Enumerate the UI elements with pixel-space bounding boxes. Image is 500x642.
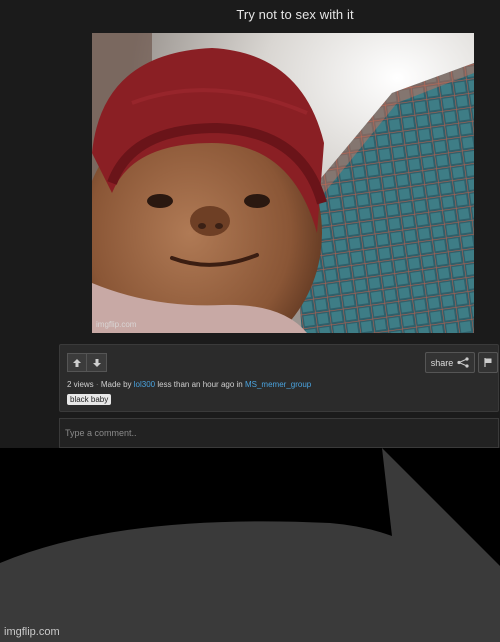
made-by-label: Made by <box>100 380 132 389</box>
share-label: share <box>430 357 454 368</box>
meme-action-panel: share 2 views · Made by lol300 less than… <box>59 344 499 412</box>
meme-title: Try not to sex with it <box>236 7 354 22</box>
vote-group <box>67 353 107 372</box>
arrow-up-icon <box>73 358 81 367</box>
meta-separator: · <box>95 380 99 389</box>
stream-link[interactable]: MS_memer_group <box>245 380 311 389</box>
share-button[interactable]: share <box>425 352 475 373</box>
view-count: 2 views <box>67 380 94 389</box>
upvote-button[interactable] <box>67 353 87 372</box>
share-icon <box>457 357 469 368</box>
flag-icon <box>484 358 492 367</box>
meme-image[interactable] <box>92 33 474 333</box>
tag-link[interactable]: black baby <box>67 394 112 405</box>
comment-input[interactable] <box>60 419 498 447</box>
image-watermark: imgflip.com <box>96 320 137 329</box>
speech-bubble-panel <box>0 448 500 642</box>
meme-meta: 2 views · Made by lol300 less than an ho… <box>67 380 311 389</box>
comment-box[interactable] <box>59 418 499 448</box>
time-text: less than an hour ago in <box>157 380 243 389</box>
meme-page: Try not to sex with it imgflip.com share… <box>0 0 500 448</box>
author-link[interactable]: lol300 <box>134 380 155 389</box>
downvote-button[interactable] <box>87 353 107 372</box>
flag-button[interactable] <box>478 352 498 373</box>
footer-watermark: imgflip.com <box>4 626 60 638</box>
arrow-down-icon <box>92 358 101 367</box>
